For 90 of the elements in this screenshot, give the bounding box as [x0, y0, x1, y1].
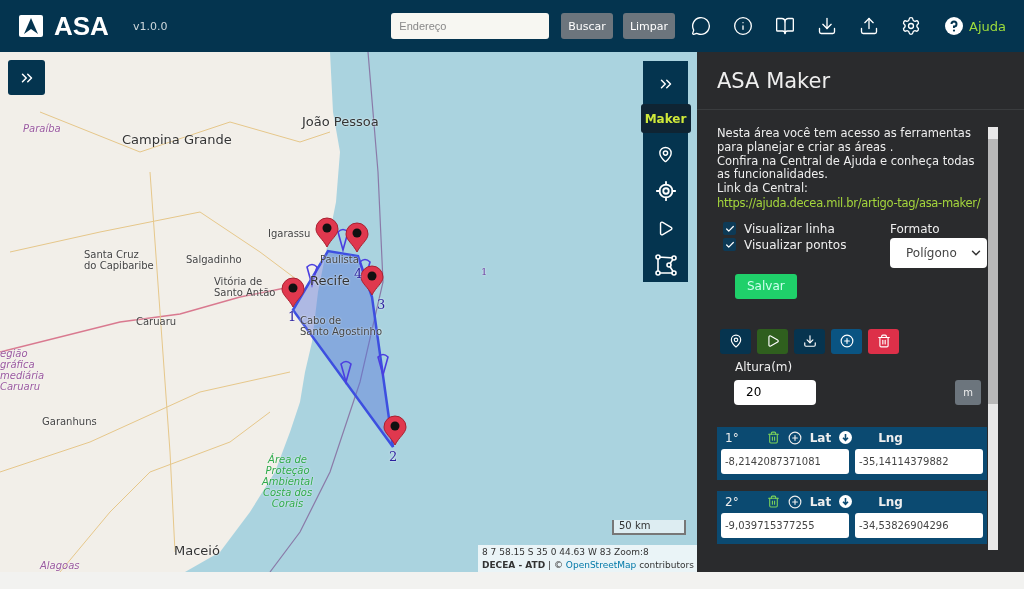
- panel-title: ASA Maker: [717, 68, 831, 93]
- play-icon: [657, 219, 674, 237]
- height-label: Altura(m): [735, 360, 794, 374]
- map-label: Salgadinho: [186, 254, 242, 265]
- latitude-input[interactable]: -9,039715377255: [721, 513, 849, 538]
- map-label: 1: [481, 266, 488, 277]
- add-button[interactable]: [831, 329, 862, 354]
- book-icon[interactable]: [775, 16, 796, 36]
- longitude-input[interactable]: -34,53826904296: [855, 513, 983, 538]
- scale-bar: 50 km: [612, 520, 686, 535]
- point-ordinal: 2°: [725, 495, 739, 509]
- longitude-input[interactable]: -35,14114379882: [855, 449, 983, 474]
- map-label: Caruaru: [136, 316, 177, 327]
- direction-marker: [340, 360, 352, 383]
- map-label: egião gráfica mediária Caruaru: [0, 348, 45, 392]
- unit-button[interactable]: m: [955, 380, 981, 405]
- crosshair-icon: [654, 180, 677, 203]
- format-select[interactable]: Polígono: [890, 238, 987, 268]
- maker-tab[interactable]: Maker: [640, 104, 691, 134]
- lat-label: Lat: [809, 431, 832, 445]
- help-link[interactable]: Ajuda: [969, 18, 1006, 34]
- format-label: Formato: [890, 222, 941, 236]
- checkbox-label: Visualizar pontos: [744, 238, 847, 252]
- checkbox[interactable]: [723, 238, 736, 252]
- plus-circle-icon[interactable]: [787, 495, 802, 509]
- lng-label: Lng: [878, 431, 903, 445]
- map-label: 1: [288, 310, 297, 325]
- checkbox-label: Visualizar linha: [744, 222, 835, 236]
- clear-button[interactable]: Limpar: [622, 13, 676, 39]
- check-icon: [724, 224, 735, 234]
- upload-icon[interactable]: [859, 16, 880, 36]
- arrow-down-icon[interactable]: [839, 495, 853, 509]
- arrow-down-icon[interactable]: [839, 431, 853, 445]
- map-pin-icon[interactable]: [360, 265, 384, 296]
- search-button[interactable]: Buscar: [561, 13, 613, 39]
- check-icon: [724, 240, 735, 250]
- trash-icon[interactable]: [766, 495, 780, 509]
- map-label: Campina Grande: [122, 133, 232, 148]
- help-center-link[interactable]: https://ajuda.decea.mil.br/artigo-tag/asa-maker/: [717, 196, 987, 210]
- lat-label: Lat: [809, 495, 832, 509]
- openstreetmap-link[interactable]: OpenStreetMap: [565, 560, 637, 570]
- map-label: Alagoas: [40, 560, 80, 571]
- map-pin-icon: [657, 145, 674, 163]
- locate-button[interactable]: [720, 329, 751, 354]
- polygon-icon: [654, 254, 677, 277]
- download-icon: [802, 334, 817, 349]
- map-label: 2: [389, 450, 398, 465]
- trash-icon[interactable]: [766, 431, 780, 445]
- trash-icon: [876, 334, 891, 349]
- expand-button[interactable]: [8, 60, 45, 95]
- logo-icon: [18, 14, 44, 38]
- map-label: Área de Proteção Ambiental Costa dos Corais: [262, 454, 314, 509]
- help-icon[interactable]: [945, 17, 964, 35]
- map-label: Santa Cruz do Capibaribe: [84, 249, 154, 271]
- scrollbar[interactable]: [988, 127, 998, 550]
- attribution-text: DECEA - ATD | © OpenStreetMap contributors: [482, 560, 693, 570]
- map-pin-icon: [728, 334, 743, 349]
- map-pin-icon[interactable]: [383, 415, 407, 446]
- map-label: João Pessoa: [302, 115, 379, 130]
- run-button[interactable]: [757, 329, 788, 354]
- map-pin-icon[interactable]: [345, 222, 369, 253]
- settings-icon[interactable]: [901, 16, 922, 36]
- latitude-input[interactable]: -8,2142087371081: [721, 449, 849, 474]
- map-pin-icon[interactable]: [315, 217, 339, 248]
- height-input[interactable]: 20: [734, 380, 816, 405]
- checkbox[interactable]: [723, 222, 736, 236]
- address-search-field[interactable]: Endereço: [391, 13, 550, 39]
- play-icon: [765, 334, 780, 349]
- plus-circle-icon: [839, 334, 854, 349]
- point-ordinal: 1°: [725, 431, 739, 445]
- download-button[interactable]: [794, 329, 825, 354]
- delete-button[interactable]: [868, 329, 899, 354]
- direction-marker: [337, 228, 349, 251]
- map-pin-icon[interactable]: [281, 277, 305, 308]
- download-icon[interactable]: [817, 16, 838, 36]
- map-label: 3: [377, 298, 386, 313]
- map-label: Maceió: [174, 544, 220, 559]
- cursor-coordinates: 8 7 58.15 S 35 0 44.63 W 83 Zoom:8: [482, 547, 650, 557]
- direction-marker: [377, 353, 389, 376]
- version-label: v1.0.0: [132, 19, 168, 33]
- map-label: Igarassu: [268, 228, 311, 239]
- lng-label: Lng: [878, 495, 903, 509]
- plus-circle-icon[interactable]: [787, 431, 802, 445]
- map-label: Garanhuns: [42, 416, 97, 427]
- chat-bubble-icon[interactable]: [691, 16, 712, 36]
- map-label: Paraíba: [23, 123, 61, 134]
- info-icon[interactable]: [733, 16, 754, 36]
- map-label: 4: [354, 267, 363, 282]
- intro-text: Nesta área você tem acesso as ferramentas para planejar e criar as áreas . Confira na Central de Ajuda e conheça todas as funcionalidades. Link da Central:: [717, 127, 976, 196]
- logo-text: ASA: [54, 10, 109, 42]
